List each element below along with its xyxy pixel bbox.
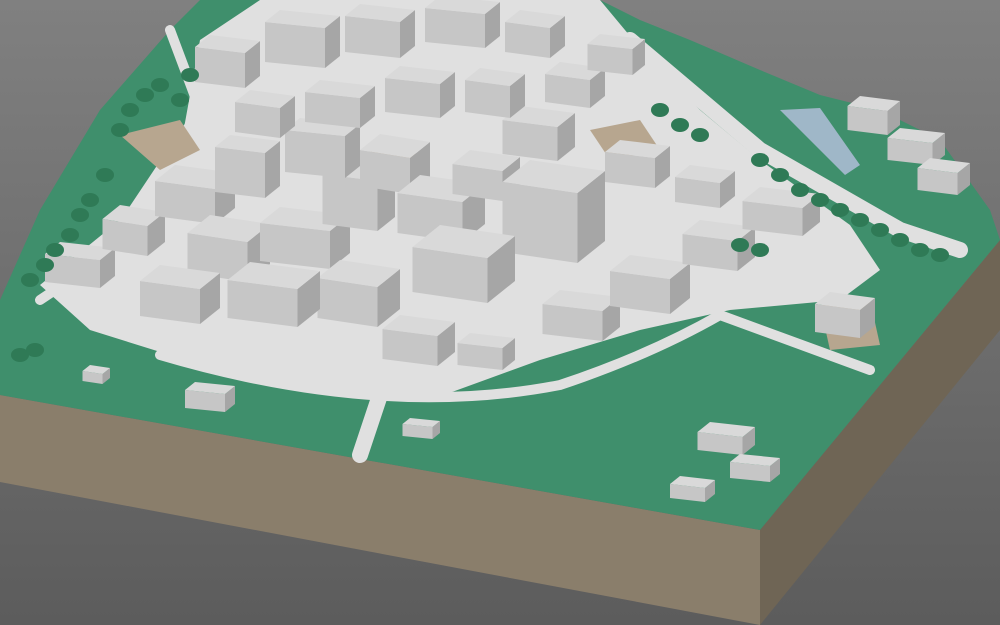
building-block [542,290,620,341]
building-block [610,255,690,314]
tree-canopy [791,183,809,197]
building-block [730,454,780,482]
building-block [195,35,260,88]
tree-canopy [46,243,64,257]
tree-canopy [871,223,889,237]
building-block [675,165,735,208]
building-wall-left [345,16,400,58]
building-wall-left [195,47,245,88]
building-block [815,292,875,338]
tree-canopy [21,273,39,287]
tree-canopy [731,238,749,252]
building-wall-left [587,44,633,75]
building-block [317,260,400,327]
tree-canopy [121,103,139,117]
building-block [670,476,715,502]
building-wall-left [425,8,485,48]
building-wall-left [285,130,345,178]
building-block [285,118,360,178]
map-viewport[interactable] [0,0,1000,625]
tree-canopy [26,343,44,357]
tree-canopy [61,228,79,242]
tree-canopy [771,168,789,182]
building-block [847,96,900,135]
building-block [425,0,500,48]
building-block [140,265,220,324]
tree-canopy [811,193,829,207]
tree-canopy [691,128,709,142]
building-block [502,160,605,263]
building-block [742,187,820,236]
building-block [465,68,525,118]
building-block [227,262,320,327]
building-block [412,225,515,303]
tree-canopy [931,248,949,262]
building-wall-left [235,102,280,138]
building-block [345,4,415,58]
building-block [917,158,970,195]
building-wall-left [465,80,510,118]
tree-canopy [111,123,129,137]
building-wall-left [260,223,330,269]
tree-canopy [751,153,769,167]
tree-canopy [151,78,169,92]
building-block [457,333,515,370]
building-block [382,315,455,366]
tree-canopy [651,103,669,117]
building-wall-left [505,22,550,58]
tree-canopy [891,233,909,247]
building-block [505,10,565,58]
building-block [587,34,645,75]
building-wall-left [265,22,325,68]
building-wall-left [502,120,558,161]
building-block [215,135,280,198]
tree-canopy [911,243,929,257]
tree-canopy [96,168,114,182]
building-block [305,80,375,128]
tree-canopy [851,213,869,227]
tree-canopy [751,243,769,257]
city-model-scene[interactable] [0,0,1000,625]
building-wall-left [305,92,360,128]
building-wall-left [385,78,440,118]
tree-canopy [81,193,99,207]
building-block [265,10,340,68]
building-block [385,66,455,118]
tree-canopy [136,88,154,102]
building-block [697,422,755,455]
building-wall-left [215,147,265,198]
building-wall-left [847,106,888,135]
building-wall-left [45,254,100,288]
building-block [402,418,440,439]
tree-canopy [181,68,199,82]
building-block [605,140,670,188]
tree-canopy [831,203,849,217]
tree-canopy [71,208,89,222]
building-wall-left [605,152,655,188]
tree-canopy [171,93,189,107]
tree-canopy [36,258,54,272]
tree-canopy [671,118,689,132]
building-block [185,382,235,412]
building-block [82,365,110,384]
building-wall-left [815,304,860,338]
building-block [235,90,295,138]
